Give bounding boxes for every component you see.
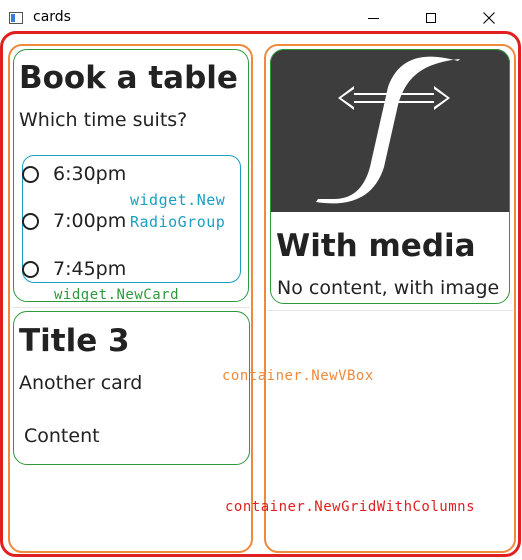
grid-outline (0, 31, 521, 557)
annotation-grid: container.NewGridWithColumns (225, 499, 476, 515)
app-window-icon (9, 12, 23, 24)
annotation-vbox: container.NewVBox (222, 368, 374, 384)
window-title: cards (33, 9, 71, 25)
close-icon (483, 12, 495, 24)
maximize-icon (426, 13, 436, 23)
minimize-icon (367, 17, 379, 19)
